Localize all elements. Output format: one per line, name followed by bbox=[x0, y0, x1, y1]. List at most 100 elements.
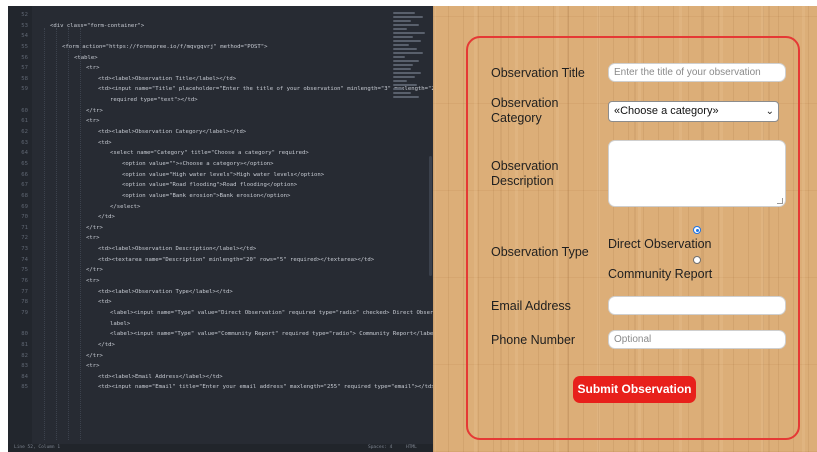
code-text: <td><label>Email Address</label></td> bbox=[98, 373, 223, 380]
title-placeholder: Enter the title of your observation bbox=[614, 67, 761, 78]
code-line[interactable]: 81 </td> bbox=[8, 340, 387, 351]
line-number: 77 bbox=[21, 288, 28, 295]
code-text: </select> bbox=[110, 203, 141, 210]
code-line[interactable]: 63 <td> bbox=[8, 138, 387, 149]
line-number: 54 bbox=[21, 33, 28, 40]
line-number: 71 bbox=[21, 224, 28, 231]
email-input[interactable] bbox=[608, 296, 786, 315]
code-line[interactable]: 84 <td><label>Email Address</label></td> bbox=[8, 372, 387, 383]
line-number: 70 bbox=[21, 214, 28, 221]
category-select[interactable]: «Choose a category» ⌄ bbox=[608, 101, 779, 122]
code-line[interactable]: 60 </tr> bbox=[8, 106, 387, 117]
option-direct-observation[interactable]: Direct Observation bbox=[608, 237, 712, 252]
code-text: <label><input name="Type" value="Communi… bbox=[110, 331, 433, 338]
code-text: <table> bbox=[74, 54, 98, 61]
line-number: 63 bbox=[21, 139, 28, 146]
code-line[interactable]: 72 <tr> bbox=[8, 233, 387, 244]
line-number: 53 bbox=[21, 22, 28, 29]
status-syntax[interactable]: HTML bbox=[406, 444, 417, 452]
line-number: 62 bbox=[21, 129, 28, 136]
code-line[interactable]: 68 <option value="Bank erosion">Bank eros… bbox=[8, 191, 387, 202]
code-text: <tr> bbox=[86, 118, 100, 125]
email-label: Email Address bbox=[491, 299, 571, 313]
code-line[interactable]: 82 </tr> bbox=[8, 351, 387, 362]
code-line[interactable]: label> bbox=[8, 319, 387, 330]
code-text: label> bbox=[110, 320, 131, 327]
code-text: <td> bbox=[98, 299, 112, 306]
code-line[interactable]: 70 </td> bbox=[8, 212, 387, 223]
code-line[interactable]: 69 </select> bbox=[8, 202, 387, 213]
code-line[interactable]: 54 bbox=[8, 31, 387, 42]
line-number: 79 bbox=[21, 309, 28, 316]
code-line[interactable]: 74 <td><textarea name="Description" minle… bbox=[8, 255, 387, 266]
radio-community-report[interactable] bbox=[693, 256, 701, 264]
phone-input[interactable]: Optional bbox=[608, 330, 786, 349]
code-text: </tr> bbox=[86, 107, 103, 114]
code-line[interactable]: 62 <td><label>Observation Category</label… bbox=[8, 127, 387, 138]
code-line[interactable]: 67 <option value="Road flooding">Road flo… bbox=[8, 180, 387, 191]
line-number: 65 bbox=[21, 160, 28, 167]
phone-placeholder: Optional bbox=[614, 334, 652, 345]
code-line[interactable]: 83 <tr> bbox=[8, 361, 387, 372]
line-number: 76 bbox=[21, 278, 28, 285]
title-label: Observation Title bbox=[491, 66, 585, 80]
line-number: 81 bbox=[21, 341, 28, 348]
title-input[interactable]: Enter the title of your observation bbox=[608, 63, 786, 82]
line-number: 58 bbox=[21, 75, 28, 82]
code-line[interactable]: 58 <td><label>Observation Title</label></… bbox=[8, 74, 387, 85]
option-community-report[interactable]: Community Report bbox=[608, 267, 712, 282]
line-number: 82 bbox=[21, 352, 28, 359]
line-number: 78 bbox=[21, 299, 28, 306]
code-text: <select name="Category" title="Choose a … bbox=[110, 150, 309, 157]
code-line[interactable]: 66 <option value="High water levels">High… bbox=[8, 170, 387, 181]
code-line[interactable]: 71 </tr> bbox=[8, 223, 387, 234]
code-line[interactable]: 61 <tr> bbox=[8, 116, 387, 127]
status-indentation[interactable]: Spaces: 4 bbox=[368, 444, 392, 452]
type-label: Observation Type bbox=[491, 245, 589, 259]
code-text: <tr> bbox=[86, 278, 100, 285]
code-minimap[interactable] bbox=[393, 12, 427, 102]
form-container: Observation Title Enter the title of you… bbox=[466, 36, 800, 440]
code-line[interactable]: 57 <tr> bbox=[8, 63, 387, 74]
line-number: 55 bbox=[21, 43, 28, 50]
code-text: </td> bbox=[98, 214, 115, 221]
line-number: 75 bbox=[21, 267, 28, 274]
code-line[interactable]: 73 <td><label>Observation Description</la… bbox=[8, 244, 387, 255]
radio-direct-observation[interactable] bbox=[693, 226, 701, 234]
code-line[interactable]: 55 <form action="https://formspree.io/f/m… bbox=[8, 42, 387, 53]
code-line[interactable]: 59 <td><input name="Title" placeholder="E… bbox=[8, 84, 433, 95]
resize-grip-icon[interactable] bbox=[777, 198, 783, 204]
form-preview: Observation Title Enter the title of you… bbox=[433, 6, 817, 452]
code-line[interactable]: 56 <table> bbox=[8, 53, 387, 64]
code-text: <tr> bbox=[86, 235, 100, 242]
code-text: </tr> bbox=[86, 352, 103, 359]
description-textarea[interactable] bbox=[608, 140, 786, 207]
code-line[interactable]: 80 <label><input name="Type" value="Commu… bbox=[8, 329, 433, 340]
code-line[interactable]: 65 <option value="">«Choose a category»</… bbox=[8, 159, 387, 170]
code-text: <option value="High water levels">High w… bbox=[122, 171, 325, 178]
code-text: <div class="form-container"> bbox=[50, 22, 145, 29]
code-line[interactable]: required type="text"></td> bbox=[8, 95, 387, 106]
code-text: required type="text"></td> bbox=[110, 97, 198, 104]
line-number: 52 bbox=[21, 12, 28, 18]
editor-scrollbar[interactable] bbox=[429, 156, 432, 276]
code-line[interactable]: 64 <select name="Category" title="Choose … bbox=[8, 148, 387, 159]
chevron-down-icon: ⌄ bbox=[765, 106, 774, 117]
code-lines[interactable]: 52 53 <div class="form-container"> 54 55 <for… bbox=[8, 10, 433, 393]
code-text: </tr> bbox=[86, 267, 103, 274]
code-line[interactable]: 75 </tr> bbox=[8, 265, 387, 276]
line-number: 59 bbox=[21, 86, 28, 93]
code-line[interactable]: 53 <div class="form-container"> bbox=[8, 21, 387, 32]
code-editor[interactable]: 52 53 <div class="form-container"> 54 55 <for… bbox=[8, 6, 433, 452]
code-line[interactable]: 76 <tr> bbox=[8, 276, 387, 287]
code-line[interactable]: 52 bbox=[8, 10, 387, 21]
code-text: <td><label>Observation Type</label></td> bbox=[98, 288, 233, 295]
code-line[interactable]: 85 <td><input name="Email" title="Enter y… bbox=[8, 382, 433, 393]
code-line[interactable]: 77 <td><label>Observation Type</label></t… bbox=[8, 287, 387, 298]
submit-button[interactable]: Submit Observation bbox=[573, 376, 696, 403]
line-number: 80 bbox=[21, 331, 28, 338]
code-line[interactable]: 79 <label><input name="Type" value="Direc… bbox=[8, 308, 433, 319]
line-number: 68 bbox=[21, 192, 28, 199]
code-line[interactable]: 78 <td> bbox=[8, 297, 387, 308]
code-text: <td><textarea name="Description" minleng… bbox=[98, 256, 375, 263]
